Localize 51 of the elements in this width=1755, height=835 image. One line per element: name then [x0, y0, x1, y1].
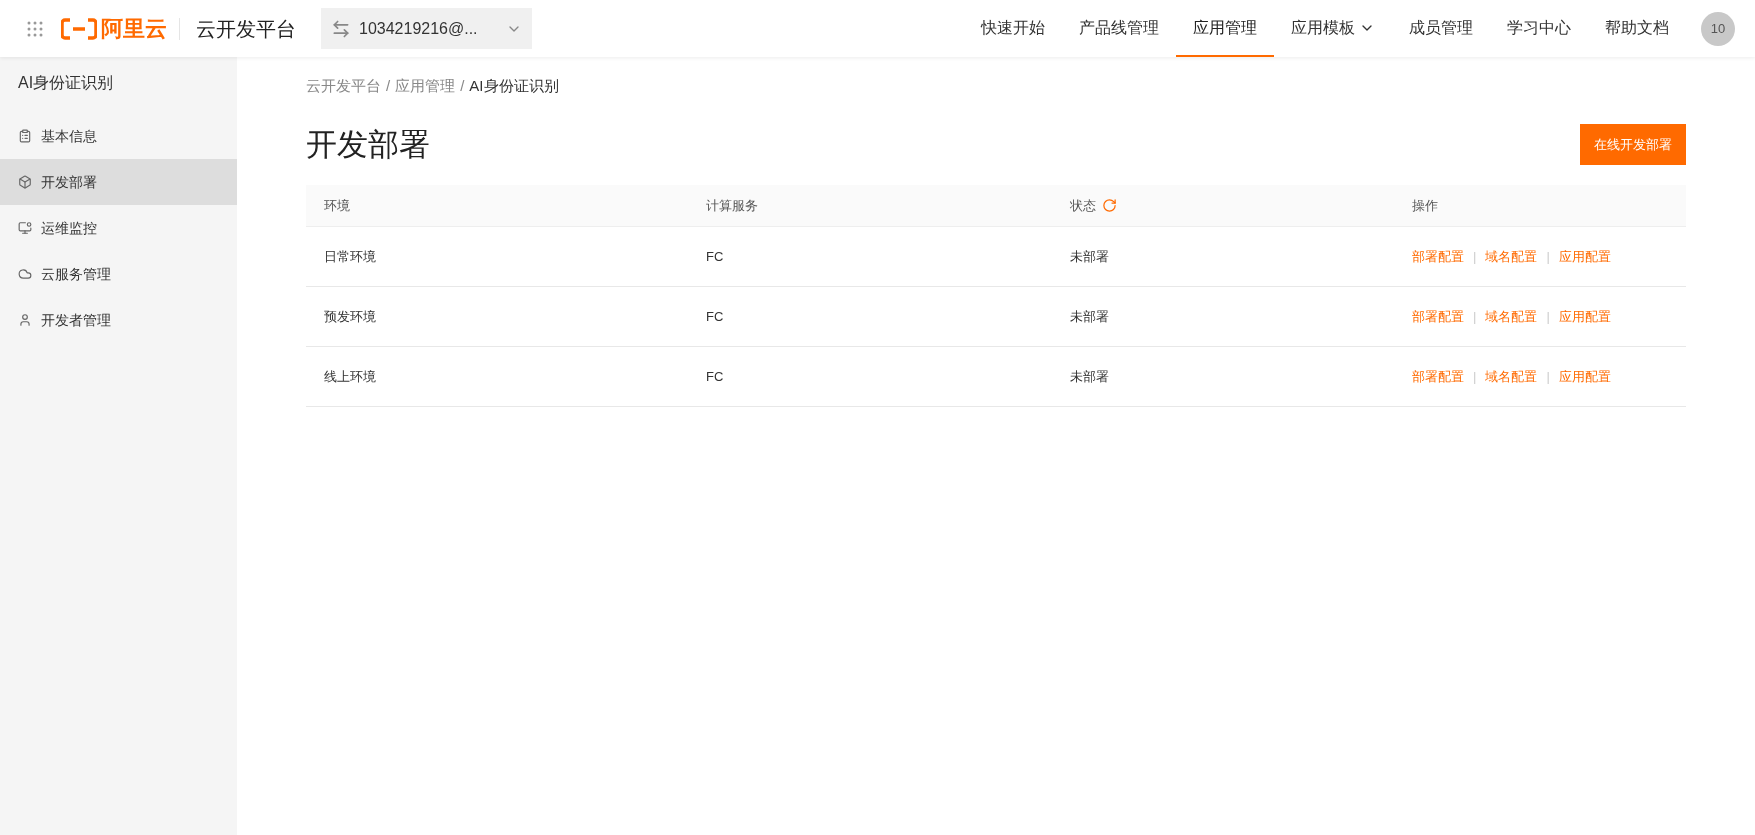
- table-cell-text: FC: [706, 307, 725, 326]
- nav-tab[interactable]: 快速开始: [964, 0, 1062, 57]
- sidebar-item[interactable]: 开发者管理: [0, 297, 237, 343]
- table-cell-text: 日常环境: [324, 247, 377, 266]
- sidebar-title: AI身份证识别: [17, 73, 115, 93]
- table-cell-text: 未部署: [1070, 367, 1110, 386]
- platform-title: 云开发平台: [196, 16, 296, 42]
- column-header: 计算服务: [706, 196, 758, 215]
- user-icon: [18, 313, 32, 327]
- breadcrumb-separator: /: [386, 76, 391, 96]
- clipboard-icon: [18, 129, 32, 143]
- avatar[interactable]: 10: [1701, 11, 1735, 46]
- sidebar-item[interactable]: 运维监控: [0, 205, 237, 251]
- sidebar-item[interactable]: 基本信息: [0, 113, 237, 159]
- breadcrumb-separator: /: [460, 76, 465, 96]
- logo-text: 阿里云: [101, 15, 167, 43]
- table-cell-text: 未部署: [1070, 247, 1110, 266]
- refresh-icon[interactable]: [1102, 198, 1117, 213]
- breadcrumb-link[interactable]: 云开发平台: [306, 75, 381, 98]
- page-title: 开发部署: [306, 125, 430, 164]
- action-separator: |: [1546, 247, 1550, 266]
- nav-tab[interactable]: 学习中心: [1490, 0, 1588, 57]
- action-separator: |: [1473, 307, 1477, 326]
- switch-icon: [331, 18, 351, 39]
- sidebar-item[interactable]: 开发部署: [0, 159, 237, 205]
- nav-tab[interactable]: 帮助文档: [1588, 0, 1686, 57]
- column-header: 操作: [1412, 196, 1438, 215]
- table-cell-text: 线上环境: [324, 367, 377, 386]
- column-header: 环境: [324, 196, 350, 215]
- nav-tab[interactable]: 应用模板: [1274, 0, 1392, 57]
- nav-tab[interactable]: 产品线管理: [1062, 0, 1176, 57]
- account-selector[interactable]: 1034219216@...: [321, 8, 532, 49]
- action-separator: |: [1546, 367, 1550, 386]
- action-separator: |: [1473, 247, 1477, 266]
- table-cell-text: 未部署: [1070, 307, 1110, 326]
- apps-grid-icon[interactable]: [27, 20, 43, 37]
- column-header: 状态: [1070, 196, 1096, 215]
- nav-tab[interactable]: 成员管理: [1392, 0, 1490, 57]
- sidebar-item[interactable]: 云服务管理: [0, 251, 237, 297]
- cloud-icon: [18, 267, 32, 281]
- action-separator: |: [1473, 367, 1477, 386]
- table-cell-text: FC: [706, 247, 725, 266]
- action-separator: |: [1546, 307, 1550, 326]
- monitor-icon: [18, 221, 32, 235]
- cube-icon: [18, 175, 32, 189]
- breadcrumb-current: AI身份证识别: [469, 76, 559, 96]
- logo-icon: [61, 17, 97, 40]
- table-cell-text: FC: [706, 367, 725, 386]
- breadcrumb-link[interactable]: 应用管理: [395, 75, 456, 98]
- table-cell-text: 预发环境: [324, 307, 377, 326]
- nav-tab[interactable]: 应用管理: [1176, 0, 1274, 57]
